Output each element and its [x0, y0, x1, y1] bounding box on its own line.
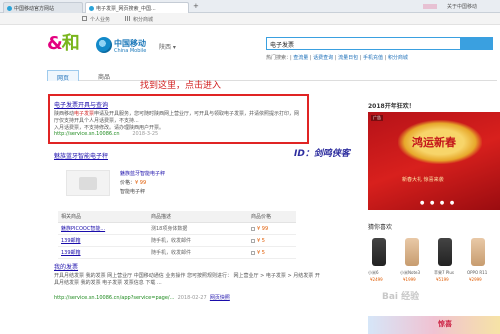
product-name[interactable]: 魅族蓝牙智能电子秤 — [120, 170, 165, 177]
checkbox[interactable] — [251, 238, 255, 243]
tab-products[interactable]: 商品 — [89, 70, 119, 81]
region-selector[interactable]: 陕西 ▾ — [159, 42, 176, 51]
sidebar-title: 2018开年狂欢！ — [368, 103, 415, 110]
hot-search-list: | 查流量 | 话费查询 | 流量日包 | 手机充值 | 积分商城 — [290, 55, 408, 61]
and-logo[interactable]: &和 — [47, 35, 80, 53]
phone-image[interactable] — [471, 238, 485, 266]
checkbox[interactable] — [251, 250, 255, 255]
result-title-my-invoice[interactable]: 我的发票 — [54, 262, 78, 271]
search-button[interactable] — [461, 37, 493, 50]
row-description: 随手机，收发邮件 — [148, 234, 248, 247]
row-product-name[interactable]: 139邮箱 — [58, 246, 148, 259]
result-title-scale[interactable]: 魅族蓝牙智能电子秤 — [54, 151, 108, 160]
ad-label: 广告 — [371, 115, 383, 121]
col-header: 商品价格 — [248, 211, 296, 223]
result-url: http://service.sn.10086.cn 2018-3-25 — [54, 131, 159, 137]
promo-banner[interactable]: 广告 鸿运新春 新春大礼 惊喜来袭 ● ● ● ● — [368, 112, 500, 210]
hot-item[interactable]: 查流量 — [293, 55, 308, 61]
tab-label: 电子发票_网页搜索_中国... — [96, 6, 156, 12]
row-product-name[interactable]: 魅族PICOOC智能... — [58, 222, 148, 235]
row-product-name[interactable]: 139邮箱 — [58, 234, 148, 247]
product-image[interactable] — [66, 170, 110, 196]
tab-label: 中国移动官方网站 — [14, 6, 55, 12]
phone-name[interactable]: 小米Note3 — [400, 270, 420, 276]
phone-name[interactable]: 小米6 — [368, 270, 379, 276]
phone-price: ¥2999 — [469, 277, 482, 282]
instruction-annotation: 找到这里，点击进入 — [140, 81, 222, 91]
row-price: ¥ 99 — [248, 222, 296, 235]
recommend-title: 猜你喜欢 — [368, 224, 393, 231]
sub-navigation: 个人业务 积分商城 — [0, 13, 500, 25]
china-mobile-en: China Mobile — [114, 48, 147, 54]
cmcc-favicon-icon — [89, 6, 94, 11]
snapshot-link[interactable]: 网页快照 — [210, 295, 230, 301]
china-mobile-logo-icon — [96, 37, 112, 53]
hot-item[interactable]: 话费查询 — [313, 55, 333, 61]
home-icon — [82, 16, 87, 21]
table-row: 139邮箱 随手机，收发邮件 ¥ 5 — [58, 246, 296, 259]
hot-item[interactable]: 积分商城 — [388, 55, 408, 61]
browser-tab-bar: 中国移动官方网站 电子发票_网页搜索_中国... + 关于中国移动 — [0, 0, 500, 13]
banner-subtitle: 新春大礼 惊喜来袭 — [402, 177, 444, 183]
search-input[interactable]: 电子发票 — [266, 37, 461, 50]
col-header: 相关商品 — [58, 211, 148, 223]
result-title-einvoice[interactable]: 电子发票开具与查询 — [54, 100, 108, 109]
table-row: 魅族PICOOC智能... 测18项身体数据 ¥ 99 — [58, 222, 296, 235]
table-row: 139邮箱 随手机，收发邮件 ¥ 5 — [58, 234, 296, 247]
banner-pagination[interactable]: ● ● ● ● — [420, 200, 456, 206]
checkbox[interactable] — [251, 226, 255, 231]
baidu-jingyan-watermark: Bai 经验 — [382, 292, 420, 302]
result-url: http://service.sn.10086.cn/app?service=p… — [54, 295, 230, 301]
nav-personal[interactable]: 个人业务 — [90, 16, 110, 23]
author-watermark: ID：剑鸣侠客 — [294, 149, 350, 159]
row-description: 随手机，收发邮件 — [148, 246, 248, 259]
phone-price: ¥2499 — [370, 277, 383, 282]
banner-headline: 鸿运新春 — [412, 136, 456, 149]
phone-price: ¥5199 — [436, 277, 449, 282]
result-description: 开具月结发票 我的发票 网上营业厅 中国移动通信 业务操作 您可按照规则进行： … — [54, 273, 320, 286]
bottom-promo-strip[interactable]: 惊喜 — [368, 316, 500, 334]
hot-item[interactable]: 流量日包 — [338, 55, 358, 61]
phone-price: ¥1999 — [403, 277, 416, 282]
row-price: ¥ 5 — [248, 234, 296, 247]
phone-name[interactable]: 苹果7 Plus — [434, 270, 454, 276]
phone-image[interactable] — [372, 238, 386, 266]
hot-item[interactable]: 手机充值 — [363, 55, 383, 61]
bottom-promo-text: 惊喜 — [438, 320, 452, 328]
col-header: 商品描述 — [148, 211, 248, 223]
result-description: 陕西移动电子发票申请及开具服务，您可随时陕西网上营业厅，可开具与领取电子发票，并… — [54, 111, 300, 131]
result-tabs: 网页 商品 — [47, 70, 497, 82]
tab-web[interactable]: 网页 — [47, 70, 80, 82]
row-description: 测18项身体数据 — [148, 222, 248, 235]
product-price: 价格：¥ 99 — [120, 180, 147, 186]
new-tab-button[interactable]: + — [193, 3, 199, 10]
browser-tab-search[interactable]: 电子发票_网页搜索_中国... — [85, 2, 189, 13]
browser-tab-cmcc[interactable]: 中国移动官方网站 — [3, 2, 83, 13]
grid-icon — [125, 16, 130, 21]
phone-image[interactable] — [438, 238, 452, 266]
row-price: ¥ 5 — [248, 246, 296, 259]
about-cmcc-link[interactable]: 关于中国移动 — [447, 3, 477, 10]
related-products-table: 相关商品 商品描述 商品价格 魅族PICOOC智能... 测18项身体数据 ¥ … — [58, 211, 296, 259]
hot-search-label: 热门搜索： — [266, 55, 292, 61]
blurred-user-area — [423, 4, 437, 9]
phone-image[interactable] — [405, 238, 419, 266]
product-category: 智能电子秤 — [120, 189, 146, 195]
cmcc-favicon-icon — [7, 6, 12, 11]
phone-name[interactable]: OPPO R11 — [467, 270, 487, 275]
nav-points-mall[interactable]: 积分商城 — [133, 16, 153, 23]
